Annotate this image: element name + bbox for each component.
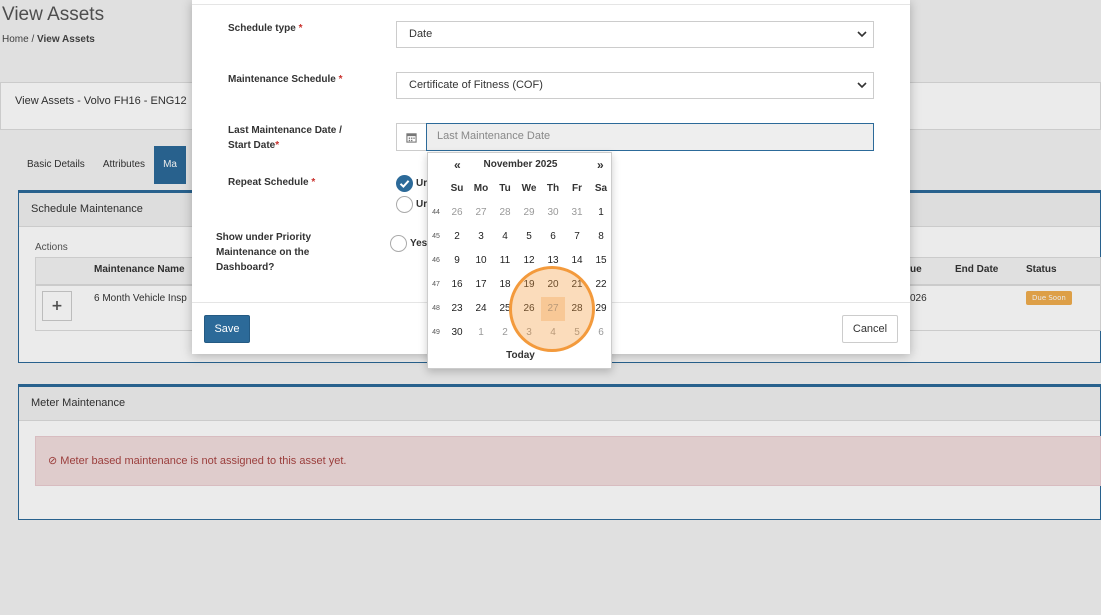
datepicker-dow: Mo	[473, 183, 489, 194]
datepicker-week-number: 47	[432, 281, 440, 288]
calendar-addon[interactable]	[396, 123, 427, 151]
schedule-type-select[interactable]: Date	[396, 21, 874, 48]
datepicker-day[interactable]: 28	[493, 201, 517, 225]
datepicker-day[interactable]: 7	[565, 225, 589, 249]
chevron-down-icon	[857, 82, 867, 89]
repeat-schedule-label-text: Repeat Schedule	[228, 177, 309, 188]
last-maintenance-date-input[interactable]: Last Maintenance Date	[426, 123, 874, 151]
required-mark: *	[275, 140, 280, 151]
priority-label-line1: Show under Priority	[216, 232, 312, 243]
priority-label-line2: Maintenance on the	[216, 247, 310, 258]
last-maintenance-date-label-line1: Last Maintenance Date /	[228, 125, 342, 136]
datepicker-day[interactable]: 12	[517, 249, 541, 273]
required-mark: *	[298, 23, 303, 34]
datepicker-day[interactable]: 16	[445, 273, 469, 297]
datepicker-popup: « November 2025 » Su Mo Tu We Th Fr Sa 44 26 27 28…	[427, 152, 612, 369]
datepicker-day[interactable]: 1	[469, 321, 493, 345]
datepicker-day[interactable]: 4	[541, 321, 565, 345]
datepicker-week-number: 45	[432, 233, 440, 240]
datepicker-next-button[interactable]: »	[597, 158, 604, 172]
priority-label: Show under Priority Maintenance on the D…	[216, 230, 311, 275]
datepicker-day[interactable]: 11	[493, 249, 517, 273]
datepicker-header: « November 2025 »	[428, 158, 613, 174]
datepicker-day[interactable]: 29	[589, 297, 613, 321]
maintenance-schedule-select[interactable]: Certificate of Fitness (COF)	[396, 72, 874, 99]
datepicker-week-number: 48	[432, 305, 440, 312]
repeat-schedule-label: Repeat Schedule *	[228, 175, 315, 190]
check-icon	[399, 180, 410, 189]
datepicker-day[interactable]: 17	[469, 273, 493, 297]
datepicker-day[interactable]: 6	[589, 321, 613, 345]
schedule-type-value: Date	[409, 28, 433, 40]
datepicker-day[interactable]: 5	[517, 225, 541, 249]
datepicker-month-title[interactable]: November 2025	[428, 159, 613, 170]
datepicker-day[interactable]: 5	[565, 321, 589, 345]
datepicker-day[interactable]: 8	[589, 225, 613, 249]
repeat-option-2-label: Ur	[416, 199, 428, 210]
datepicker-day[interactable]: 22	[589, 273, 613, 297]
datepicker-day[interactable]: 9	[445, 249, 469, 273]
datepicker-day[interactable]: 26	[517, 297, 541, 321]
datepicker-day[interactable]: 25	[493, 297, 517, 321]
repeat-option-1-label: Ur	[416, 178, 428, 189]
datepicker-day[interactable]: 1	[589, 201, 613, 225]
datepicker-dow: We	[521, 183, 537, 194]
datepicker-day[interactable]: 6	[541, 225, 565, 249]
priority-yes-radio[interactable]	[390, 235, 407, 252]
datepicker-day[interactable]: 23	[445, 297, 469, 321]
datepicker-dow: Fr	[572, 183, 582, 194]
maintenance-schedule-value: Certificate of Fitness (COF)	[409, 79, 543, 91]
required-mark: *	[338, 74, 343, 85]
datepicker-day[interactable]: 14	[565, 249, 589, 273]
maintenance-schedule-label: Maintenance Schedule *	[228, 72, 343, 87]
datepicker-day[interactable]: 3	[469, 225, 493, 249]
schedule-type-label-text: Schedule type	[228, 23, 296, 34]
datepicker-today-button[interactable]: Today	[428, 350, 613, 361]
last-maintenance-date-label: Last Maintenance Date / Start Date*	[228, 123, 342, 153]
datepicker-day[interactable]: 30	[541, 201, 565, 225]
datepicker-day[interactable]: 28	[565, 297, 589, 321]
required-mark: *	[311, 177, 316, 188]
datepicker-day[interactable]: 15	[589, 249, 613, 273]
datepicker-day[interactable]: 10	[469, 249, 493, 273]
datepicker-week-number: 46	[432, 257, 440, 264]
datepicker-day[interactable]: 26	[445, 201, 469, 225]
repeat-option-1-checkbox[interactable]	[396, 175, 413, 192]
datepicker-day[interactable]: 2	[445, 225, 469, 249]
datepicker-day[interactable]: 19	[517, 273, 541, 297]
schedule-type-label: Schedule type *	[228, 21, 303, 36]
datepicker-week-number: 44	[432, 209, 440, 216]
cancel-button[interactable]: Cancel	[842, 315, 898, 343]
datepicker-day[interactable]: 2	[493, 321, 517, 345]
datepicker-day[interactable]: 24	[469, 297, 493, 321]
datepicker-day[interactable]: 20	[541, 273, 565, 297]
datepicker-day[interactable]: 29	[517, 201, 541, 225]
datepicker-day[interactable]: 30	[445, 321, 469, 345]
datepicker-dow: Sa	[594, 183, 608, 194]
datepicker-day[interactable]: 21	[565, 273, 589, 297]
datepicker-day[interactable]: 4	[493, 225, 517, 249]
priority-label-line3: Dashboard?	[216, 262, 275, 273]
repeat-option-2-checkbox[interactable]	[396, 196, 413, 213]
datepicker-dow: Su	[450, 183, 464, 194]
datepicker-day[interactable]: 18	[493, 273, 517, 297]
datepicker-day[interactable]: 31	[565, 201, 589, 225]
datepicker-day[interactable]: 27	[541, 297, 565, 321]
last-maintenance-date-label-line2: Start Date	[228, 140, 276, 151]
datepicker-week-number: 49	[432, 329, 440, 336]
datepicker-dow: Tu	[499, 183, 511, 194]
save-button[interactable]: Save	[204, 315, 250, 343]
datepicker-day[interactable]: 27	[469, 201, 493, 225]
chevron-down-icon	[857, 31, 867, 38]
datepicker-day[interactable]: 3	[517, 321, 541, 345]
calendar-icon	[406, 132, 417, 143]
datepicker-dow: Th	[546, 183, 560, 194]
priority-yes-label: Yes	[410, 238, 428, 249]
maintenance-schedule-label-text: Maintenance Schedule	[228, 74, 336, 85]
datepicker-day[interactable]: 13	[541, 249, 565, 273]
modal-header-divider	[192, 4, 910, 5]
